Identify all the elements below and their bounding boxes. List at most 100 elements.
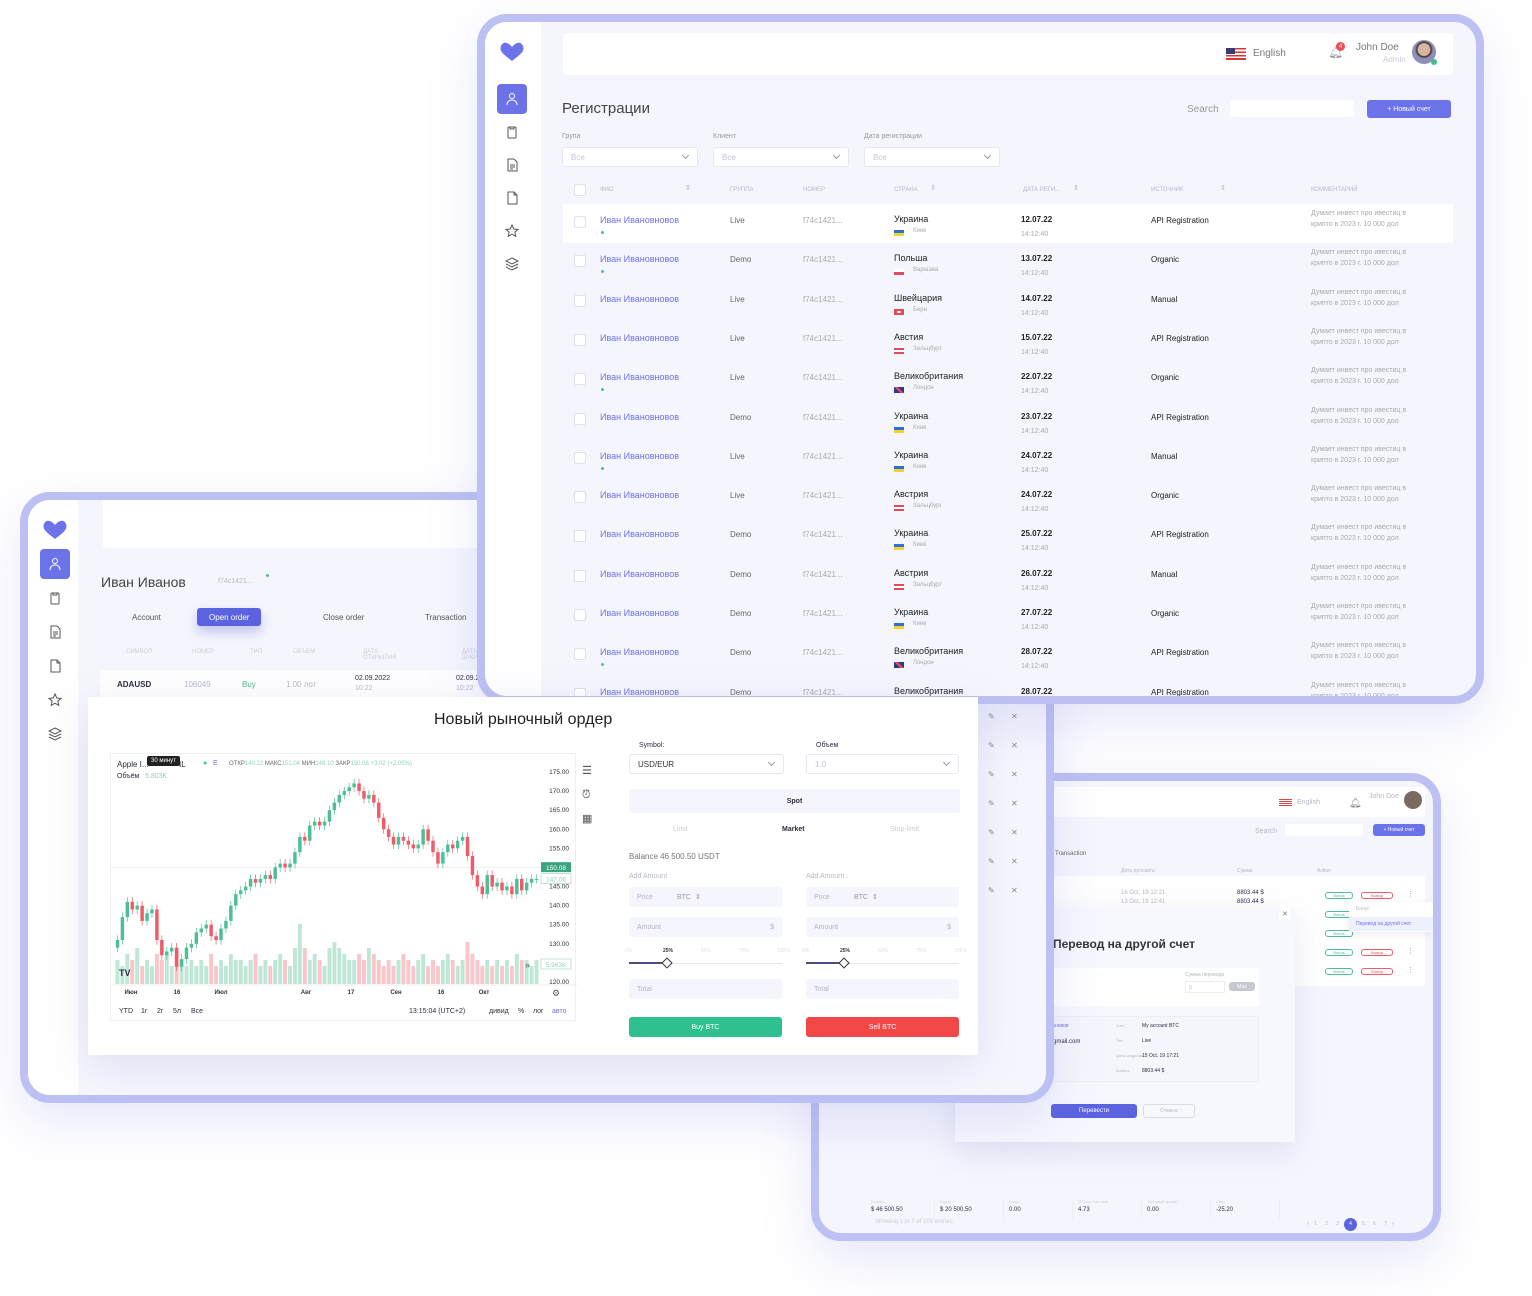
range-button[interactable]: 1г [141,1008,147,1015]
client-name-link[interactable]: Иван Ивановновов [600,647,679,657]
sidebar-item-star[interactable] [40,685,70,715]
table-row[interactable]: Иван Ивановновов Live f74c1421... Украин… [563,204,1453,243]
row-checkbox[interactable] [574,373,586,386]
row-checkbox[interactable] [574,569,586,582]
page-button[interactable]: 5 [1359,1220,1368,1229]
close-icon[interactable]: ✕ [1011,712,1018,721]
table-row[interactable]: Иван Ивановновов Live f74c1421... Украин… [563,440,1453,479]
search-input[interactable] [1230,100,1354,117]
more-icon[interactable]: ⋮ [1407,966,1414,974]
chart-option-button[interactable]: дивид [489,1008,509,1015]
row-checkbox[interactable] [574,609,586,621]
buy-price-input[interactable]: Price BTC ⇕ [629,887,782,907]
row-checkbox[interactable] [574,294,586,307]
more-icon[interactable]: ⋮ [1407,947,1414,955]
table-row[interactable]: Иван Ивановновов Demo f74c1421... Украин… [563,597,1453,636]
edit-icon[interactable]: ✎ [988,741,995,750]
close-icon[interactable]: ✕ [1279,908,1291,920]
chart-option-button[interactable]: лог [533,1008,544,1015]
withdraw-button[interactable]: Вывод [1361,892,1393,899]
tab-transaction[interactable]: Transaction [1055,851,1086,857]
chart-option-button[interactable]: % [518,1008,524,1015]
page-button[interactable]: 3 [1333,1220,1342,1229]
close-icon[interactable]: ✕ [1011,886,1018,895]
client-name-link[interactable]: Иван Ивановновов [600,294,679,304]
client-name-link[interactable]: Иван Ивановновов [600,569,679,579]
row-checkbox[interactable] [574,412,586,425]
page-button[interactable]: 4 [1344,1217,1357,1231]
close-icon[interactable]: ✕ [1011,828,1018,837]
buy-button[interactable]: Buy BTC [629,1017,782,1037]
language-selector[interactable]: English [1297,799,1320,806]
client-name-link[interactable]: Иван Ивановновов [600,687,679,696]
table-row[interactable]: Иван Ивановновов Demo f74c1421... Велико… [563,636,1453,675]
sort-icon[interactable]: ⇕ [1220,184,1226,192]
spot-tab[interactable]: Spot [629,789,960,813]
next-page-button[interactable]: › [1392,1221,1394,1227]
client-name-link[interactable]: Иван Ивановновов [600,529,679,539]
sidebar-item-layers[interactable] [497,249,527,279]
column-header[interactable]: СТРАНА [894,187,918,193]
column-header[interactable]: ДАТА РЕГИ... [1023,187,1060,193]
slider-handle[interactable] [661,957,673,969]
row-checkbox[interactable] [574,216,586,228]
client-name-link[interactable]: Иван Ивановновов [600,215,679,225]
sidebar-item-user[interactable] [40,549,70,579]
sort-icon[interactable]: ⇕ [1073,184,1079,192]
page-button[interactable]: 6 [1370,1220,1379,1229]
bonus-button[interactable]: Bonus [1325,949,1353,956]
column-header[interactable]: НОМЕР [803,187,825,193]
tab-open-order[interactable]: Open order [197,608,262,626]
table-row[interactable]: Иван Ивановновов Live f74c1421... Швейца… [563,283,1453,322]
edit-icon[interactable]: ✎ [988,712,995,721]
language-selector[interactable]: English [1253,48,1286,59]
row-checkbox[interactable] [574,530,586,543]
sidebar-item-file[interactable] [497,183,527,213]
table-row[interactable]: Иван Ивановновов Demo f74c1421... Украин… [563,518,1453,557]
slider-handle[interactable] [838,957,850,969]
client-name-link[interactable]: Иван Ивановновов [600,608,679,618]
buy-amount-input[interactable]: Amount $ [629,917,782,937]
row-checkbox[interactable] [574,333,586,346]
edit-icon[interactable]: ✎ [988,799,995,808]
column-header[interactable]: КОММЕНТАРИЙ [1311,187,1358,193]
currency-select[interactable]: BTC [677,894,691,901]
table-row[interactable]: Иван Ивановновов Demo f74c1421... Польша… [563,243,1453,282]
page-button[interactable]: 7 [1381,1220,1390,1229]
buy-total-input[interactable]: Total [629,979,782,999]
column-header[interactable]: ИСТОЧНИК [1151,187,1184,193]
filter-select[interactable]: Все [713,147,849,167]
bonus-button[interactable]: Bonus [1325,968,1353,975]
close-icon[interactable]: ✕ [1011,741,1018,750]
tab-limit[interactable]: Limit [673,826,688,833]
edit-icon[interactable]: ✎ [988,857,995,866]
sidebar-item-document[interactable] [40,617,70,647]
sidebar-item-layers[interactable] [40,719,70,749]
page-button[interactable]: 2 [1322,1220,1331,1229]
table-row[interactable]: Иван Ивановновов Live f74c1421... Велико… [563,361,1453,400]
amount-input[interactable]: 0 [1185,981,1225,993]
candlestick-plot[interactable]: 175.00170.00165.00160.00155.00150.00145.… [111,754,577,1022]
cancel-button[interactable]: Отмена [1143,1104,1195,1118]
close-icon[interactable]: ✕ [1011,857,1018,866]
client-name-link[interactable]: Иван Ивановновов [600,490,679,500]
settings-icon[interactable]: ⚙ [552,988,560,998]
sell-amount-input[interactable]: Amount $ [806,917,959,937]
sidebar-item-file[interactable] [40,651,70,681]
column-header[interactable]: ТИП [250,649,280,655]
bell-icon[interactable]: 🔔︎ [1349,798,1362,809]
price-chart[interactable]: Apple I... IL 30 минут ● E ОТКР149.22 МА… [110,753,577,1022]
menu-item-bonus[interactable]: Бонус [1356,906,1370,912]
client-name-link[interactable]: Иван Ивановновов [600,451,679,461]
edit-icon[interactable]: ✎ [988,828,995,837]
sidebar-item-clipboard[interactable] [497,117,527,147]
currency-select[interactable]: BTC [854,894,868,901]
scroll-right-icon[interactable]: » [525,960,530,970]
client-name-link[interactable]: Иван Ивановновов [600,372,679,382]
calendar-icon[interactable]: ▦ [582,807,598,831]
tab-transaction[interactable]: Transaction [413,608,479,626]
sort-icon[interactable]: ⇕ [930,184,936,192]
prev-page-button[interactable]: ‹ [1307,1221,1309,1227]
edit-icon[interactable]: ✎ [988,886,995,895]
volume-select[interactable]: 1.0 [806,754,959,774]
